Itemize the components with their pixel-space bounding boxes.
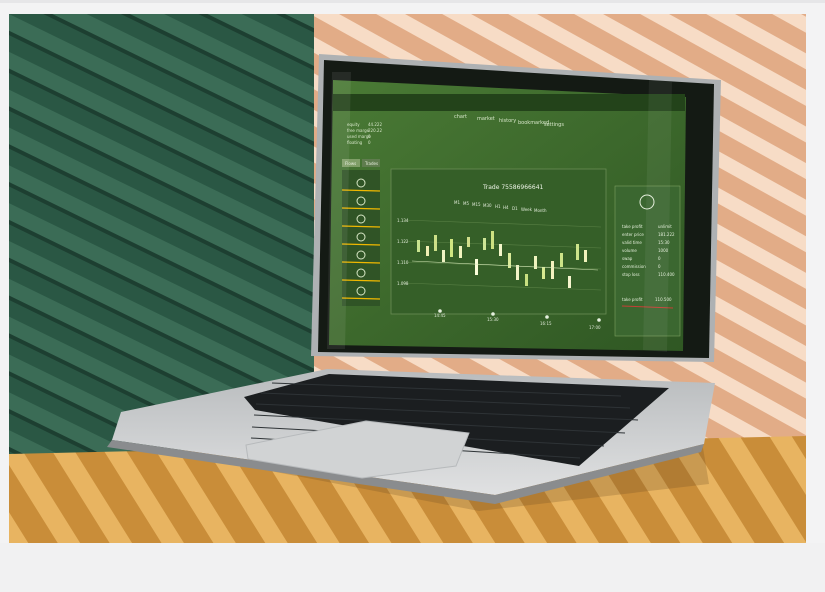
bottom-panel xyxy=(0,543,825,592)
nav-chart[interactable]: chart xyxy=(454,114,467,120)
page: chart market history bookmarked settings… xyxy=(0,0,825,592)
top-border xyxy=(0,0,825,3)
x-tick-label: 16:15 xyxy=(540,321,552,326)
y-tick-label: 1.098 xyxy=(397,281,409,286)
nav-settings[interactable]: settings xyxy=(544,122,564,128)
laptop-photo: chart market history bookmarked settings… xyxy=(9,14,806,543)
chart-panel: Trade 75586966641 M1 M5 M15 M30 H1 H4 D1… xyxy=(390,168,607,330)
timeframe[interactable]: M15 xyxy=(472,202,481,207)
right-label: take profit xyxy=(622,224,643,229)
y-tick-label: 1.134 xyxy=(397,218,409,223)
account-value: 220.22 xyxy=(368,128,382,133)
timeframe[interactable]: M30 xyxy=(483,203,492,208)
timeframe[interactable]: M1 xyxy=(454,200,460,205)
tab-trades-label: Trades xyxy=(364,161,378,166)
right-label: swap xyxy=(622,256,633,261)
account-label: free marge xyxy=(347,128,370,133)
nav-market[interactable]: market xyxy=(477,116,495,122)
timeframe[interactable]: D1 xyxy=(512,206,518,211)
y-tick-label: 1.122 xyxy=(397,239,409,244)
timeframe[interactable]: M5 xyxy=(463,201,469,206)
right-label: valid time xyxy=(622,240,642,245)
laptop-screen: chart market history bookmarked settings… xyxy=(329,80,686,351)
x-tick-label: 14:45 xyxy=(434,313,446,318)
photo-canvas: chart market history bookmarked settings… xyxy=(9,14,806,543)
right-label: commission xyxy=(622,264,646,269)
account-value: 44.222 xyxy=(368,122,382,127)
timeframe[interactable]: Month xyxy=(534,208,547,213)
chart-title: Trade 75586966641 xyxy=(482,184,544,191)
x-tick-label: 15:30 xyxy=(487,317,499,322)
timeframe[interactable]: H1 xyxy=(495,204,501,209)
right-label: volume xyxy=(622,248,637,253)
take-profit-label: take profit xyxy=(622,297,643,302)
right-label: stop loss xyxy=(622,272,640,277)
timeframe[interactable]: H4 xyxy=(503,205,509,210)
timeframe[interactable]: Week xyxy=(521,207,533,212)
right-label: enter price xyxy=(622,232,644,237)
nav-history[interactable]: history xyxy=(499,118,516,124)
y-tick-label: 1.110 xyxy=(397,260,409,265)
x-tick-label: 17:00 xyxy=(589,325,601,330)
